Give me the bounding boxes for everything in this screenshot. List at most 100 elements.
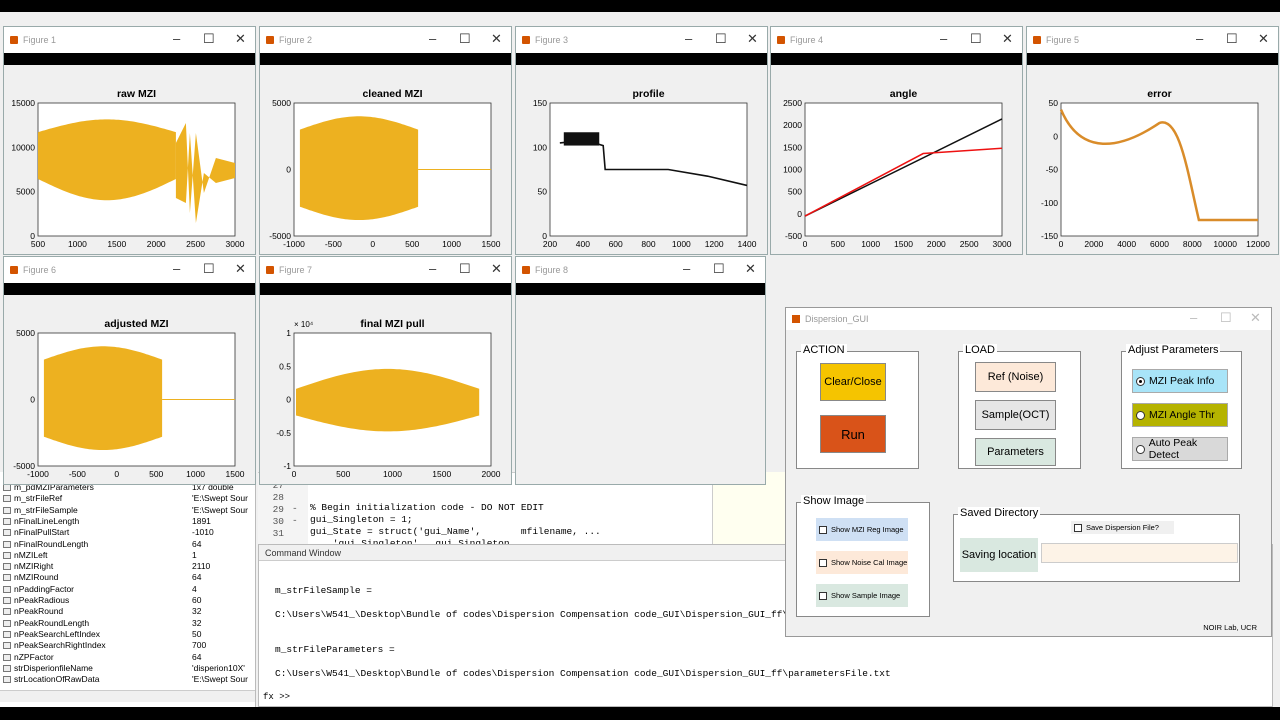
- minimize-icon[interactable]: –: [685, 31, 692, 46]
- horizontal-scrollbar[interactable]: [0, 690, 255, 702]
- plot-area[interactable]: cleaned MZI50000-5000-1000 -500 0 500 1000 15…: [260, 65, 512, 255]
- variable-icon: [3, 642, 11, 650]
- workspace-variable-row[interactable]: m_strFileSample 'E:\Swept Sour: [0, 505, 250, 516]
- figure-window-6[interactable]: Figure 6 – ☐ ✕ adjusted MZI 5000 0 -500 0 -10…: [3, 256, 256, 485]
- minimize-icon[interactable]: –: [429, 261, 436, 276]
- taskbar: [0, 707, 1280, 720]
- plot-area[interactable]: final MZI pull× 10⁴10.50-0.5-10 500 1000 15…: [260, 295, 512, 485]
- variable-icon: [3, 630, 11, 638]
- figure-menubar[interactable]: [260, 53, 511, 65]
- clear-close-button[interactable]: Clear/Close: [820, 363, 886, 401]
- x-tick-label: 1000: [442, 239, 461, 249]
- workspace-variable-row[interactable]: nMZILeft 1: [0, 550, 250, 561]
- workspace-variable-row[interactable]: nPeakSearchRightIndex 700: [0, 640, 250, 651]
- workspace-variable-row[interactable]: nFinalPullStart -1010: [0, 527, 250, 538]
- y-tick-label: 5000: [16, 328, 35, 338]
- workspace-variable-row[interactable]: nPeakRadious 60: [0, 595, 250, 606]
- figure-menubar[interactable]: [4, 283, 255, 295]
- maximize-icon[interactable]: ☐: [459, 31, 471, 47]
- figure-menubar[interactable]: [516, 53, 767, 65]
- load-panel: LOAD Ref (Noise) Sample(OCT) Parameters: [958, 344, 1081, 469]
- variable-value: 4: [192, 583, 197, 594]
- figure-window-1[interactable]: Figure 1 – ☐ ✕ raw MZI 15000 10000 5000 0 500…: [3, 26, 256, 255]
- show-mzi-reg-checkbox[interactable]: Show MZI Reg Image: [816, 518, 908, 541]
- plot-area[interactable]: raw MZI150001000050000500 1000 1500 2000 250…: [4, 65, 256, 255]
- workspace-variable-row[interactable]: nMZIRight 2110: [0, 561, 250, 572]
- close-icon[interactable]: ✕: [491, 261, 502, 277]
- maximize-icon[interactable]: ☐: [1226, 31, 1238, 47]
- minimize-icon[interactable]: –: [429, 31, 436, 46]
- workspace-variable-row[interactable]: nPaddingFactor 4: [0, 584, 250, 595]
- mzi-peak-info-radio[interactable]: MZI Peak Info: [1132, 369, 1228, 393]
- saving-location-button[interactable]: Saving location: [960, 538, 1038, 572]
- figure-window-5[interactable]: Figure 5 – ☐ ✕ error 50 0 -50 -100 -150 0 2000 4…: [1026, 26, 1279, 255]
- workspace-variable-row[interactable]: nFinalRoundLength 64: [0, 539, 250, 550]
- x-tick-label: 1000: [672, 239, 691, 249]
- auto-peak-detect-radio[interactable]: Auto Peak Detect: [1132, 437, 1228, 461]
- show-sample-image-checkbox[interactable]: Show Sample Image: [816, 584, 908, 607]
- figure-window-3[interactable]: Figure 3 – ☐ ✕ profile 150 100 50 0 200 400 600…: [515, 26, 768, 255]
- minimize-icon[interactable]: –: [1190, 310, 1197, 325]
- workspace-variable-row[interactable]: nPeakRound 32: [0, 606, 250, 617]
- figure-window-8[interactable]: Figure 8 – ☐ ✕: [515, 256, 766, 485]
- workspace-variable-row[interactable]: nPeakRoundLength 32: [0, 618, 250, 629]
- close-icon[interactable]: ✕: [745, 261, 756, 277]
- close-icon[interactable]: ✕: [1002, 31, 1013, 47]
- x-tick-label: 200: [543, 239, 557, 249]
- close-icon[interactable]: ✕: [235, 261, 246, 277]
- close-icon[interactable]: ✕: [235, 31, 246, 47]
- maximize-icon[interactable]: ☐: [713, 261, 725, 277]
- workspace-variable-row[interactable]: nPeakSearchLeftIndex 50: [0, 629, 250, 640]
- minimize-icon[interactable]: –: [940, 31, 947, 46]
- workspace-variable-row[interactable]: strDisperionfileName 'disperion10X': [0, 663, 250, 674]
- plot-area[interactable]: adjusted MZI50000-5000-1000 -500 0 500 1000 1…: [4, 295, 256, 485]
- maximize-icon[interactable]: ☐: [1220, 310, 1232, 326]
- maximize-icon[interactable]: ☐: [203, 261, 215, 277]
- figure-menubar[interactable]: [4, 53, 255, 65]
- plot-area[interactable]: error500-50-100-1500 2000 4000 6000 8000 1000…: [1027, 65, 1279, 255]
- variable-icon: [3, 585, 11, 593]
- ref-noise-button[interactable]: Ref (Noise): [975, 362, 1056, 392]
- x-tick-label: 3000: [226, 239, 245, 249]
- minimize-icon[interactable]: –: [173, 261, 180, 276]
- y-tick-label: -500: [785, 231, 802, 241]
- workspace-variable-row[interactable]: m_strFileRef 'E:\Swept Sour: [0, 493, 250, 504]
- y-tick-label: 5000: [16, 187, 35, 197]
- plot-area[interactable]: angle25002000150010005000-5000 500 1000 150…: [771, 65, 1023, 255]
- minimize-icon[interactable]: –: [683, 261, 690, 276]
- close-icon[interactable]: ✕: [1258, 31, 1269, 47]
- sample-oct-button[interactable]: Sample(OCT): [975, 400, 1056, 430]
- figure-menubar[interactable]: [260, 283, 511, 295]
- mzi-angle-thr-radio[interactable]: MZI Angle Thr: [1132, 403, 1228, 427]
- minimize-icon[interactable]: –: [1196, 31, 1203, 46]
- minimize-icon[interactable]: –: [173, 31, 180, 46]
- plot-area[interactable]: profile150100500200 400 600 800 1000 1200 1400: [516, 65, 768, 255]
- gui-title: Dispersion_GUI: [805, 314, 869, 324]
- saving-location-field[interactable]: [1041, 543, 1238, 563]
- maximize-icon[interactable]: ☐: [203, 31, 215, 47]
- figure-menubar[interactable]: [516, 283, 765, 295]
- figure-window-4[interactable]: Figure 4 – ☐ ✕ angle 2500 2000 1500 1000 500 0…: [770, 26, 1023, 255]
- close-icon[interactable]: ✕: [1250, 310, 1261, 326]
- workspace-variable-row[interactable]: nFinalLineLength 1891: [0, 516, 250, 527]
- run-button[interactable]: Run: [820, 415, 886, 453]
- close-icon[interactable]: ✕: [491, 31, 502, 47]
- command-prompt[interactable]: fx >>: [263, 692, 290, 702]
- figure-window-2[interactable]: Figure 2 – ☐ ✕ cleaned MZI 5000 0 -500 0 -100…: [259, 26, 512, 255]
- radio-icon: [1136, 444, 1145, 454]
- parameters-button[interactable]: Parameters: [975, 438, 1056, 466]
- workspace-variable-row[interactable]: nMZIRound 64: [0, 572, 250, 583]
- x-tick-label: 0: [114, 469, 119, 479]
- maximize-icon[interactable]: ☐: [970, 31, 982, 47]
- show-noise-cal-checkbox[interactable]: Show Noise Cal Image: [816, 551, 908, 574]
- maximize-icon[interactable]: ☐: [715, 31, 727, 47]
- maximize-icon[interactable]: ☐: [459, 261, 471, 277]
- x-tick-label: 0: [292, 469, 297, 479]
- workspace-variable-row[interactable]: strLocationOfRawData 'E:\Swept Sour: [0, 674, 250, 685]
- workspace-variable-row[interactable]: nZPFactor 64: [0, 652, 250, 663]
- figure-menubar[interactable]: [1027, 53, 1278, 65]
- close-icon[interactable]: ✕: [747, 31, 758, 47]
- figure-window-7[interactable]: Figure 7 – ☐ ✕ final MZI pull × 10⁴ 1 0.5 0-…: [259, 256, 512, 485]
- figure-menubar[interactable]: [771, 53, 1022, 65]
- save-dispersion-checkbox[interactable]: Save Dispersion File?: [1071, 521, 1174, 534]
